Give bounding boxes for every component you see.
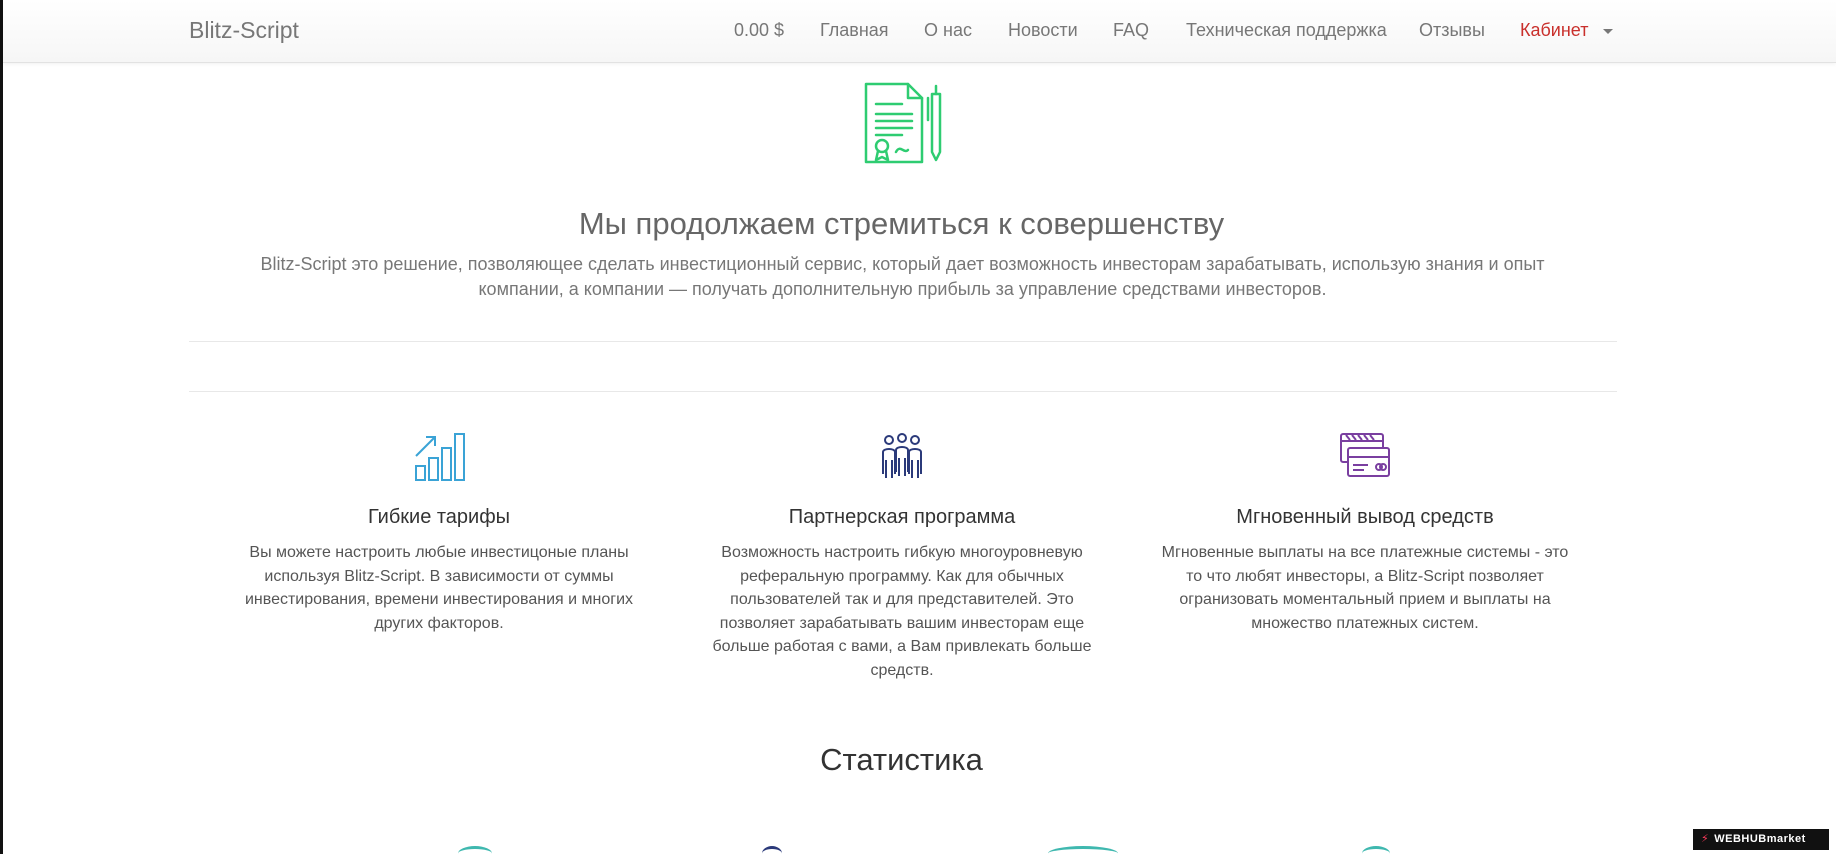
- nav-item-news[interactable]: Новости: [1008, 19, 1078, 41]
- chevron-down-icon[interactable]: [1603, 29, 1613, 34]
- feature-affiliate-program: Партнерская программа Возможность настро…: [692, 430, 1112, 682]
- nav-item-faq[interactable]: FAQ: [1113, 19, 1149, 41]
- feature-title: Мгновенный вывод средств: [1236, 506, 1494, 528]
- lightning-icon: ⚡: [1701, 833, 1710, 845]
- navbar: Blitz-Script 0.00 $ Главная О нас Новост…: [3, 0, 1836, 63]
- nav-item-reviews[interactable]: Отзывы: [1419, 19, 1485, 41]
- credit-cards-icon: [1340, 433, 1390, 477]
- feature-instant-withdrawal: Мгновенный вывод средств Мгновенные выпл…: [1155, 430, 1575, 635]
- people-group-icon: [882, 433, 922, 478]
- nav-item-support[interactable]: Техническая поддержка: [1186, 19, 1387, 41]
- contract-document-icon: [864, 82, 942, 164]
- nav-item-cabinet[interactable]: Кабинет: [1520, 19, 1588, 41]
- feature-title: Гибкие тарифы: [367, 506, 511, 528]
- hero-description: Blitz-Script это решение, позволяющее сд…: [260, 254, 1545, 299]
- brand-logo[interactable]: Blitz-Script: [189, 17, 299, 43]
- section-divider-bottom: [189, 391, 1617, 392]
- balance-display[interactable]: 0.00 $: [734, 19, 784, 41]
- feature-description: Вы можете настроить любые инвестицоные п…: [244, 544, 634, 632]
- feature-description: Возможность настроить гибкую многоуровне…: [712, 544, 1092, 679]
- nav-item-about[interactable]: О нас: [924, 19, 972, 41]
- feature-description: Мгновенные выплаты на все платежные сист…: [1161, 544, 1569, 632]
- feature-flexible-plans: Гибкие тарифы Вы можете настроить любые …: [229, 430, 649, 635]
- statistics-title: Статистика: [820, 742, 983, 777]
- watermark-text: WEBHUBmarket: [1714, 833, 1806, 845]
- nav-item-home[interactable]: Главная: [820, 19, 889, 41]
- hero-title: Мы продолжаем стремиться к совершенству: [578, 206, 1225, 241]
- watermark-badge: ⚡ WEBHUBmarket: [1693, 829, 1829, 850]
- feature-title: Партнерская программа: [788, 506, 1016, 528]
- section-divider-top: [189, 341, 1617, 342]
- growth-chart-icon: [415, 433, 465, 481]
- window-left-border: [0, 0, 3, 854]
